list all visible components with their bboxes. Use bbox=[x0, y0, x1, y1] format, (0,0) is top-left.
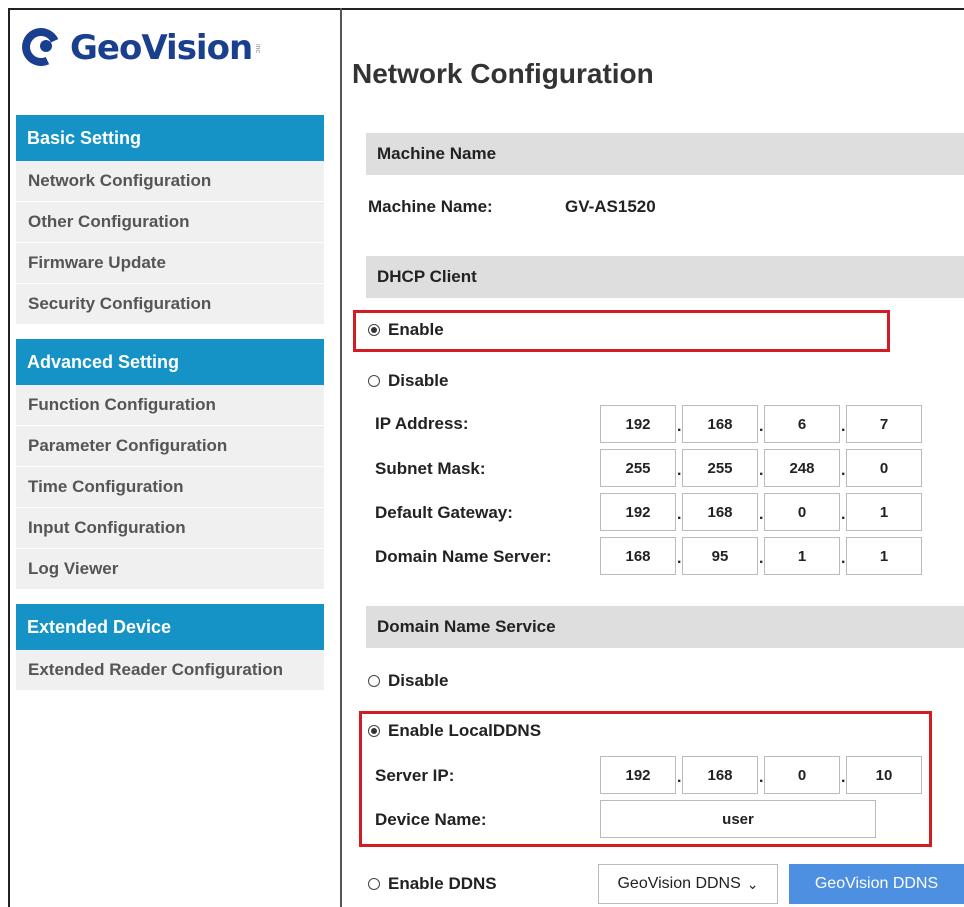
ip-dot: . bbox=[677, 769, 682, 786]
radio-selected-icon bbox=[368, 725, 380, 737]
dhcp-disable-radio[interactable]: Disable bbox=[368, 371, 448, 391]
default-gateway-octet-3[interactable]: 0 bbox=[764, 493, 840, 531]
ip-dot: . bbox=[759, 769, 764, 786]
ip-dot: . bbox=[759, 550, 764, 567]
ip-dot: . bbox=[677, 506, 682, 523]
ip-dot: . bbox=[841, 550, 846, 567]
section-basic-setting[interactable]: Basic Setting bbox=[16, 115, 324, 161]
machine-name-label: Machine Name: bbox=[368, 197, 493, 216]
dns-disable-label: Disable bbox=[388, 671, 449, 690]
geovision-ddns-button[interactable]: GeoVision DDNS bbox=[789, 864, 964, 904]
dns-disable-radio[interactable]: Disable bbox=[368, 671, 448, 691]
sidebar-item-network-configuration[interactable]: Network Configuration bbox=[16, 161, 324, 202]
subnet-mask-octet-4[interactable]: 0 bbox=[846, 449, 922, 487]
subnet-mask-label: Subnet Mask: bbox=[375, 459, 486, 478]
server-ip-octet-4[interactable]: 10 bbox=[846, 756, 922, 794]
dns-server-octet-1[interactable]: 168 bbox=[600, 537, 676, 575]
ip-address-octet-4[interactable]: 7 bbox=[846, 405, 922, 443]
ip-dot: . bbox=[759, 506, 764, 523]
device-name-label: Device Name: bbox=[375, 810, 487, 829]
sidebar-item-other-configuration[interactable]: Other Configuration bbox=[16, 202, 324, 243]
dhcp-client-section-header: DHCP Client bbox=[366, 256, 964, 298]
ip-dot: . bbox=[759, 462, 764, 479]
sidebar-item-function-configuration[interactable]: Function Configuration bbox=[16, 385, 324, 426]
ddns-provider-value: GeoVision DDNS bbox=[617, 875, 741, 892]
sidebar-item-security-configuration[interactable]: Security Configuration bbox=[16, 284, 324, 325]
device-name-input[interactable]: user bbox=[600, 800, 876, 838]
radio-unselected-icon bbox=[368, 375, 380, 387]
enable-localddns-label: Enable LocalDDNS bbox=[388, 721, 542, 740]
ip-dot: . bbox=[677, 462, 682, 479]
sidebar-item-parameter-configuration[interactable]: Parameter Configuration bbox=[16, 426, 324, 467]
default-gateway-label: Default Gateway: bbox=[375, 503, 513, 522]
sidebar-divider bbox=[340, 8, 342, 907]
domain-name-server-label: Domain Name Server: bbox=[375, 547, 552, 566]
sidebar-item-time-configuration[interactable]: Time Configuration bbox=[16, 467, 324, 508]
dhcp-enable-radio[interactable]: Enable bbox=[368, 320, 444, 340]
domain-name-service-section-header: Domain Name Service bbox=[366, 606, 964, 648]
section-advanced-setting[interactable]: Advanced Setting bbox=[16, 339, 324, 385]
dns-server-octet-4[interactable]: 1 bbox=[846, 537, 922, 575]
page-title: Network Configuration bbox=[352, 58, 654, 89]
chevron-down-icon: ⌄ bbox=[746, 875, 759, 892]
radio-unselected-icon bbox=[368, 878, 380, 890]
dhcp-disable-label: Disable bbox=[388, 371, 449, 390]
subnet-mask-octet-2[interactable]: 255 bbox=[682, 449, 758, 487]
ip-dot: . bbox=[759, 418, 764, 435]
server-ip-label: Server IP: bbox=[375, 766, 455, 785]
top-border bbox=[8, 8, 964, 10]
server-ip-octet-3[interactable]: 0 bbox=[764, 756, 840, 794]
dns-server-octet-2[interactable]: 95 bbox=[682, 537, 758, 575]
left-border bbox=[8, 8, 10, 907]
ip-address-octet-3[interactable]: 6 bbox=[764, 405, 840, 443]
enable-ddns-radio[interactable]: Enable DDNS bbox=[368, 874, 497, 894]
enable-ddns-label: Enable DDNS bbox=[388, 874, 497, 893]
ip-address-octet-1[interactable]: 192 bbox=[600, 405, 676, 443]
sidebar-item-firmware-update[interactable]: Firmware Update bbox=[16, 243, 324, 284]
subnet-mask-octet-1[interactable]: 255 bbox=[600, 449, 676, 487]
ip-dot: . bbox=[841, 418, 846, 435]
ip-dot: . bbox=[841, 506, 846, 523]
sidebar-item-extended-reader-configuration[interactable]: Extended Reader Configuration bbox=[16, 650, 324, 691]
ip-dot: . bbox=[677, 550, 682, 567]
ip-dot: . bbox=[841, 462, 846, 479]
brand-name: GeoVision bbox=[70, 28, 253, 68]
sidebar-item-log-viewer[interactable]: Log Viewer bbox=[16, 549, 324, 590]
section-extended-device[interactable]: Extended Device bbox=[16, 604, 324, 650]
geovision-logo-icon bbox=[16, 22, 66, 72]
radio-unselected-icon bbox=[368, 675, 380, 687]
default-gateway-octet-2[interactable]: 168 bbox=[682, 493, 758, 531]
enable-localddns-radio[interactable]: Enable LocalDDNS bbox=[368, 721, 541, 741]
server-ip-octet-1[interactable]: 192 bbox=[600, 756, 676, 794]
sidebar-item-input-configuration[interactable]: Input Configuration bbox=[16, 508, 324, 549]
dns-server-octet-3[interactable]: 1 bbox=[764, 537, 840, 575]
window: GeoVision inc Basic Setting Network Conf… bbox=[0, 0, 964, 907]
geovision-logo: GeoVision inc bbox=[16, 22, 262, 72]
machine-name-value: GV-AS1520 bbox=[565, 197, 656, 216]
server-ip-octet-2[interactable]: 168 bbox=[682, 756, 758, 794]
ddns-provider-select[interactable]: GeoVision DDNS ⌄ bbox=[598, 864, 778, 904]
default-gateway-octet-4[interactable]: 1 bbox=[846, 493, 922, 531]
dhcp-enable-label: Enable bbox=[388, 320, 444, 339]
subnet-mask-octet-3[interactable]: 248 bbox=[764, 449, 840, 487]
machine-name-section-header: Machine Name bbox=[366, 133, 964, 175]
ip-dot: . bbox=[841, 769, 846, 786]
ip-address-label: IP Address: bbox=[375, 414, 469, 433]
sidebar-nav: Basic Setting Network Configuration Othe… bbox=[16, 115, 324, 691]
ip-address-octet-2[interactable]: 168 bbox=[682, 405, 758, 443]
brand-inc: inc bbox=[254, 43, 262, 53]
radio-selected-icon bbox=[368, 324, 380, 336]
ip-dot: . bbox=[677, 418, 682, 435]
default-gateway-octet-1[interactable]: 192 bbox=[600, 493, 676, 531]
